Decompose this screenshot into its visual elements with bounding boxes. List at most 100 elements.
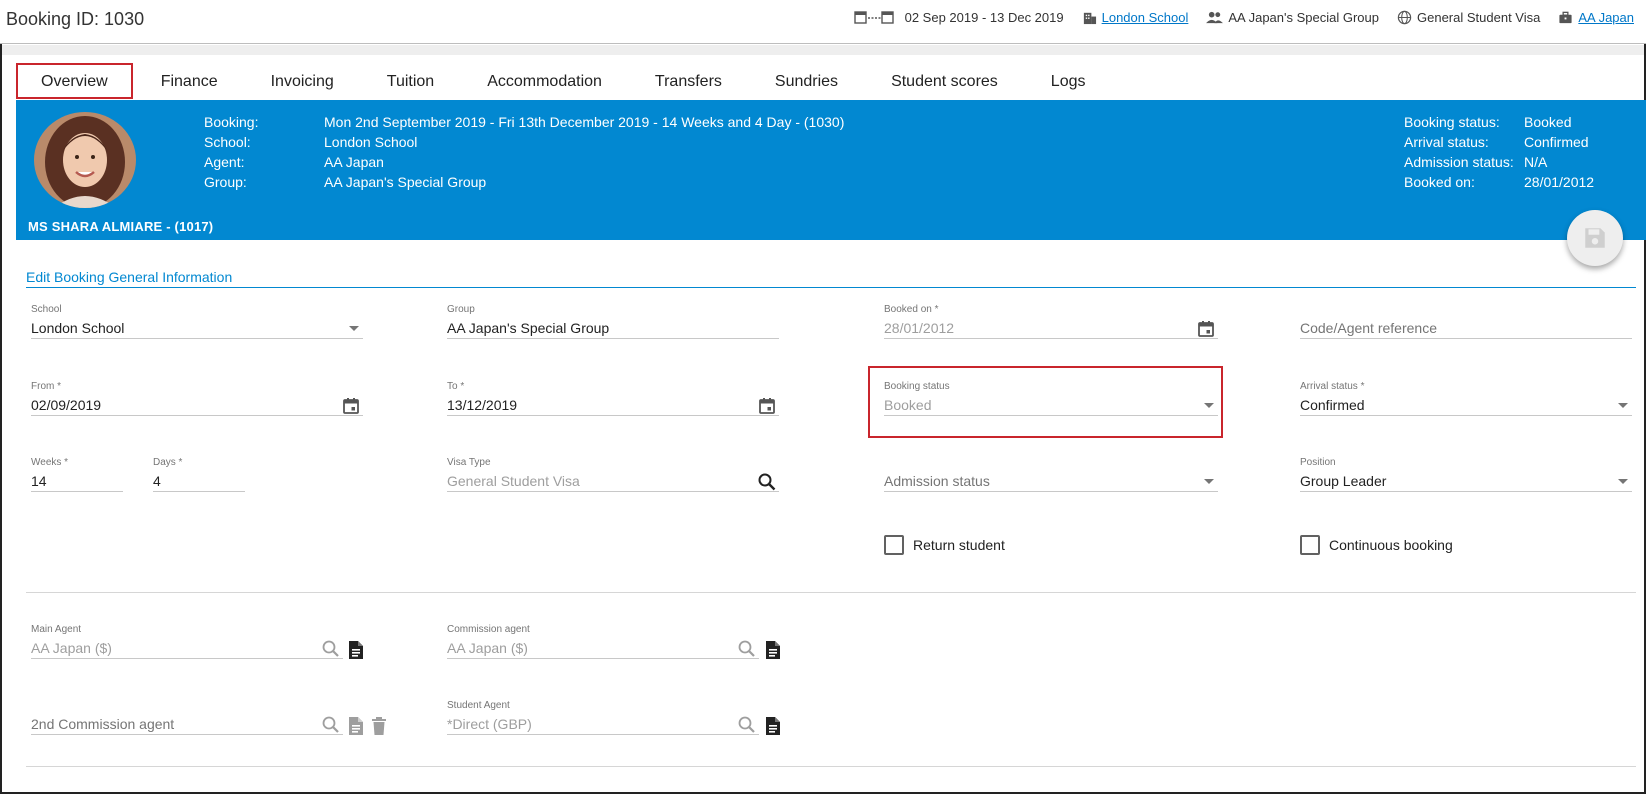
tab-tuition[interactable]: Tuition <box>362 63 459 99</box>
search-icon[interactable] <box>757 472 777 492</box>
admission-status-select[interactable]: Admission status <box>884 470 1218 492</box>
arrival-status-field[interactable]: Arrival status * Confirmed <box>1300 381 1632 416</box>
commission-agent-input[interactable]: AA Japan ($) <box>447 637 759 659</box>
save-button[interactable] <box>1567 210 1623 266</box>
calendar-icon[interactable] <box>757 396 777 416</box>
booking-summary-bar: 02 Sep 2019 - 13 Dec 2019 London School … <box>830 10 1634 25</box>
main-agent-input[interactable]: AA Japan ($) <box>31 637 343 659</box>
avatar <box>34 112 136 208</box>
document-icon[interactable] <box>347 640 365 660</box>
tab-transfers[interactable]: Transfers <box>630 63 747 99</box>
group-item: AA Japan's Special Group <box>1206 10 1379 25</box>
to-date-input[interactable]: 13/12/2019 <box>447 394 779 416</box>
status-row-admission: Admission status: N/A <box>1404 154 1548 170</box>
from-date-field[interactable]: From * 02/09/2019 <box>31 381 363 416</box>
return-student-checkbox-row[interactable]: Return student <box>884 535 1005 555</box>
calendar-icon[interactable] <box>341 396 361 416</box>
tab-sundries[interactable]: Sundries <box>750 63 863 99</box>
days-input[interactable]: 4 <box>153 470 245 492</box>
visa-type-input[interactable]: General Student Visa <box>447 470 779 492</box>
group-text: AA Japan's Special Group <box>1228 10 1379 25</box>
info-row-agent: Agent: AA Japan <box>204 154 384 170</box>
visa-text: General Student Visa <box>1417 10 1541 25</box>
booking-status-select: Booked <box>884 394 1218 416</box>
days-field[interactable]: Days * 4 <box>153 457 245 492</box>
status-row-booking: Booking status: Booked <box>1404 114 1572 130</box>
weeks-input[interactable]: 14 <box>31 470 123 492</box>
search-icon[interactable] <box>321 639 341 659</box>
main-agent-field[interactable]: Main Agent AA Japan ($) <box>31 624 343 659</box>
calendar-icon[interactable] <box>1196 319 1216 339</box>
school-select[interactable]: London School <box>31 317 363 339</box>
visa-type-field[interactable]: Visa Type General Student Visa <box>447 457 779 492</box>
school-field[interactable]: School London School <box>31 304 363 339</box>
weeks-field[interactable]: Weeks * 14 <box>31 457 123 492</box>
info-row-booking: Booking: Mon 2nd September 2019 - Fri 13t… <box>204 114 845 130</box>
save-icon <box>1585 228 1605 248</box>
group-input[interactable]: AA Japan's Special Group <box>447 317 779 339</box>
tab-logs[interactable]: Logs <box>1026 63 1111 99</box>
return-student-checkbox[interactable] <box>884 535 904 555</box>
search-icon[interactable] <box>321 715 341 735</box>
tab-student-scores[interactable]: Student scores <box>866 63 1023 99</box>
status-row-arrival: Arrival status: Confirmed <box>1404 134 1589 150</box>
tab-bar: Overview Finance Invoicing Tuition Accom… <box>16 63 1114 99</box>
building-icon <box>1083 12 1096 25</box>
school-link[interactable]: London School <box>1102 10 1189 25</box>
info-row-group: Group: AA Japan's Special Group <box>204 174 487 190</box>
booking-info-grid: Booking: Mon 2nd September 2019 - Fri 13t… <box>204 114 844 194</box>
agent-item: AA Japan <box>1558 10 1634 25</box>
to-date-field[interactable]: To * 13/12/2019 <box>447 381 779 416</box>
chevron-down-icon <box>1204 479 1214 484</box>
student-name: MS SHARA ALMIARE - (1017) <box>28 219 214 234</box>
school-item: London School <box>1082 10 1189 25</box>
booking-id-title: Booking ID: 1030 <box>6 9 145 29</box>
calendar-range-icon <box>853 11 894 24</box>
tab-overview[interactable]: Overview <box>16 63 133 99</box>
continuous-booking-checkbox-row[interactable]: Continuous booking <box>1300 535 1453 555</box>
group-field[interactable]: Group AA Japan's Special Group <box>447 304 779 339</box>
chevron-down-icon <box>349 326 359 331</box>
top-bar: Booking ID: 1030 02 Sep 2019 - 13 Dec 20… <box>0 0 1646 44</box>
search-icon[interactable] <box>737 715 757 735</box>
continuous-booking-checkbox[interactable] <box>1300 535 1320 555</box>
booking-status-field: Booking status Booked <box>884 381 1218 416</box>
booked-on-input: 28/01/2012 <box>884 317 1218 339</box>
position-field[interactable]: Position Group Leader <box>1300 457 1632 492</box>
globe-icon <box>1397 10 1412 25</box>
return-student-label: Return student <box>913 537 1005 553</box>
student-agent-field[interactable]: Student Agent *Direct (GBP) <box>447 700 759 735</box>
section-title: Edit Booking General Information <box>26 269 233 285</box>
tab-finance[interactable]: Finance <box>136 63 243 99</box>
header-separator <box>2 45 1644 55</box>
admission-status-field[interactable]: Admission status <box>884 457 1218 492</box>
document-icon[interactable] <box>764 716 782 736</box>
student-profile-banner: MS SHARA ALMIARE - (1017) Booking: Mon 2n… <box>16 100 1646 240</box>
second-commission-agent-field[interactable]: 2nd Commission agent <box>31 700 343 735</box>
bottom-divider <box>26 766 1636 767</box>
chevron-down-icon <box>1618 479 1628 484</box>
tab-invoicing[interactable]: Invoicing <box>246 63 359 99</box>
document-icon[interactable] <box>764 640 782 660</box>
search-icon[interactable] <box>737 639 757 659</box>
commission-agent-field[interactable]: Commission agent AA Japan ($) <box>447 624 759 659</box>
position-select[interactable]: Group Leader <box>1300 470 1632 492</box>
agent-link[interactable]: AA Japan <box>1578 10 1634 25</box>
document-icon <box>349 717 363 735</box>
briefcase-icon <box>1559 11 1572 24</box>
code-agent-reference-field[interactable]: Code/Agent reference <box>1300 304 1632 339</box>
chevron-down-icon <box>1618 403 1628 408</box>
date-range-item: 02 Sep 2019 - 13 Dec 2019 <box>848 10 1064 25</box>
student-agent-input[interactable]: *Direct (GBP) <box>447 713 759 735</box>
second-commission-agent-input[interactable]: 2nd Commission agent <box>31 713 343 735</box>
arrival-status-select[interactable]: Confirmed <box>1300 394 1632 416</box>
code-agent-reference-input[interactable]: Code/Agent reference <box>1300 317 1632 339</box>
booked-on-field: Booked on * 28/01/2012 <box>884 304 1218 339</box>
date-range-text: 02 Sep 2019 - 13 Dec 2019 <box>904 10 1064 25</box>
status-row-booked-on: Booked on: 28/01/2012 <box>1404 174 1595 190</box>
trash-icon <box>372 717 386 735</box>
chevron-down-icon <box>1204 403 1214 408</box>
visa-item: General Student Visa <box>1397 10 1540 25</box>
tab-accommodation[interactable]: Accommodation <box>462 63 627 99</box>
from-date-input[interactable]: 02/09/2019 <box>31 394 363 416</box>
